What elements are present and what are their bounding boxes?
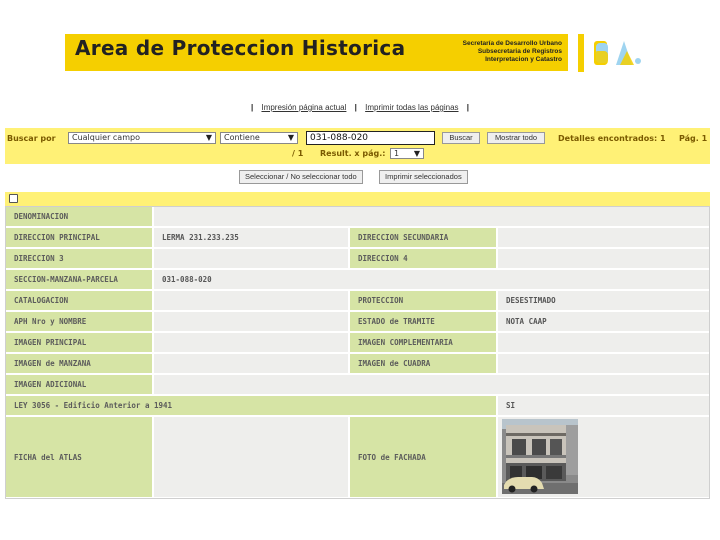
imagen-complementaria-value [498,333,709,352]
header-banner: Area de Proteccion Historica Secretaría … [65,34,568,71]
results-per-page-label: Result. x pág.: [320,149,386,158]
table-row: IMAGEN ADICIONAL [6,375,709,396]
select-all-toggle-button[interactable]: Seleccionar / No seleccionar todo [239,170,363,184]
results-per-page-select[interactable]: 1 ▼ [390,148,424,159]
foto-fachada-cell [498,417,709,497]
selection-bar [5,192,710,206]
operator-value: Contiene [224,133,260,142]
facade-photo[interactable] [502,419,578,494]
page-indicator: Pág. 1 [679,134,708,143]
imagen-manzana-label: IMAGEN de MANZANA [6,354,152,373]
ley-3056-value: SI [498,396,709,415]
dir-principal-label: DIRECCION PRINCIPAL [6,228,152,247]
ficha-atlas-label: FICHA del ATLAS [6,417,152,497]
catalogacion-value [154,291,348,310]
print-links: | Impresión página actual | Imprimir tod… [0,103,720,112]
table-row: IMAGEN de MANZANA IMAGEN de CUADRA [6,354,709,375]
foto-fachada-label: FOTO de FACHADA [350,417,496,497]
print-current-page-link[interactable]: Impresión página actual [261,103,346,112]
ley-3056-label: LEY 3056 - Edificio Anterior a 1941 [6,396,496,415]
proteccion-value: DESESTIMADO [498,291,709,310]
subtitle-line-2: Subsecretaria de Registros [477,48,562,55]
details-found-text: Detalles encontrados: 1 [558,134,666,143]
aph-label: APH Nro y NOMBRE [6,312,152,331]
catalogacion-label: CATALOGACION [6,291,152,310]
table-row: APH Nro y NOMBRE ESTADO de TRAMITE NOTA … [6,312,709,333]
imagen-adicional-label: IMAGEN ADICIONAL [6,375,152,394]
dir-secundaria-label: DIRECCION SECUNDARIA [350,228,496,247]
dir4-value [498,249,709,268]
imagen-manzana-value [154,354,348,373]
dir3-label: DIRECCION 3 [6,249,152,268]
link-separator: | [466,103,469,112]
smp-label: SECCION-MANZANA-PARCELA [6,270,152,289]
dir3-value [154,249,348,268]
subtitle-line-1: Secretaría de Desarrollo Urbano [462,40,562,47]
table-row: DIRECCION 3 DIRECCION 4 [6,249,709,270]
show-all-button[interactable]: Mostrar todo [487,132,545,144]
chevron-down-icon: ▼ [287,133,294,142]
imagen-principal-label: IMAGEN PRINCIPAL [6,333,152,352]
proteccion-label: PROTECCION [350,291,496,310]
results-per-page-value: 1 [394,149,400,158]
search-input[interactable]: 031-088-020 [306,131,435,145]
action-buttons: Seleccionar / No seleccionar todo Imprim… [0,170,720,186]
chevron-down-icon: ▼ [413,149,420,158]
table-row: SECCION-MANZANA-PARCELA 031-088-020 [6,270,709,291]
table-row: IMAGEN PRINCIPAL IMAGEN COMPLEMENTARIA [6,333,709,354]
denominacion-label: DENOMINACION [6,207,152,226]
table-row: DENOMINACION [6,207,709,228]
link-separator: | [250,103,254,112]
imagen-cuadra-label: IMAGEN de CUADRA [350,354,496,373]
page-title: Area de Proteccion Historica [75,36,406,60]
imagen-adicional-value [154,375,709,394]
operator-select[interactable]: Contiene ▼ [220,132,298,144]
denominacion-value [154,207,709,226]
page-total: / 1 [292,149,304,158]
record-grid: DENOMINACION DIRECCION PRINCIPAL LERMA 2… [5,206,710,499]
dir4-label: DIRECCION 4 [350,249,496,268]
search-field-value: Cualquier campo [72,133,140,142]
estado-tramite-value: NOTA CAAP [498,312,709,331]
aph-value [154,312,348,331]
subtitle-line-3: Interpretacion y Catastro [485,56,562,63]
ba-logo: BA [578,34,648,72]
imagen-principal-value [154,333,348,352]
chevron-down-icon: ▼ [205,133,212,142]
print-all-pages-link[interactable]: Imprimir todas las páginas [365,103,458,112]
table-row: CATALOGACION PROTECCION DESESTIMADO [6,291,709,312]
ficha-atlas-value [154,417,348,497]
smp-value: 031-088-020 [154,270,709,289]
table-row: LEY 3056 - Edificio Anterior a 1941 SI [6,396,709,417]
search-by-label: Buscar por [7,134,56,143]
imagen-complementaria-label: IMAGEN COMPLEMENTARIA [350,333,496,352]
search-field-select[interactable]: Cualquier campo ▼ [68,132,216,144]
link-separator: | [354,103,357,112]
imagen-cuadra-value [498,354,709,373]
print-selected-button[interactable]: Imprimir seleccionados [379,170,468,184]
table-row: DIRECCION PRINCIPAL LERMA 231.233.235 DI… [6,228,709,249]
search-button[interactable]: Buscar [442,132,480,144]
estado-tramite-label: ESTADO de TRAMITE [350,312,496,331]
search-bar: Buscar por Cualquier campo ▼ Contiene ▼ … [5,128,710,164]
record-checkbox[interactable] [9,194,18,203]
dir-secundaria-value [498,228,709,247]
header-subtitle: Secretaría de Desarrollo Urbano Subsecre… [463,40,562,64]
table-row: FICHA del ATLAS FOTO de FACHADA [6,417,709,499]
dir-principal-value: LERMA 231.233.235 [154,228,348,247]
